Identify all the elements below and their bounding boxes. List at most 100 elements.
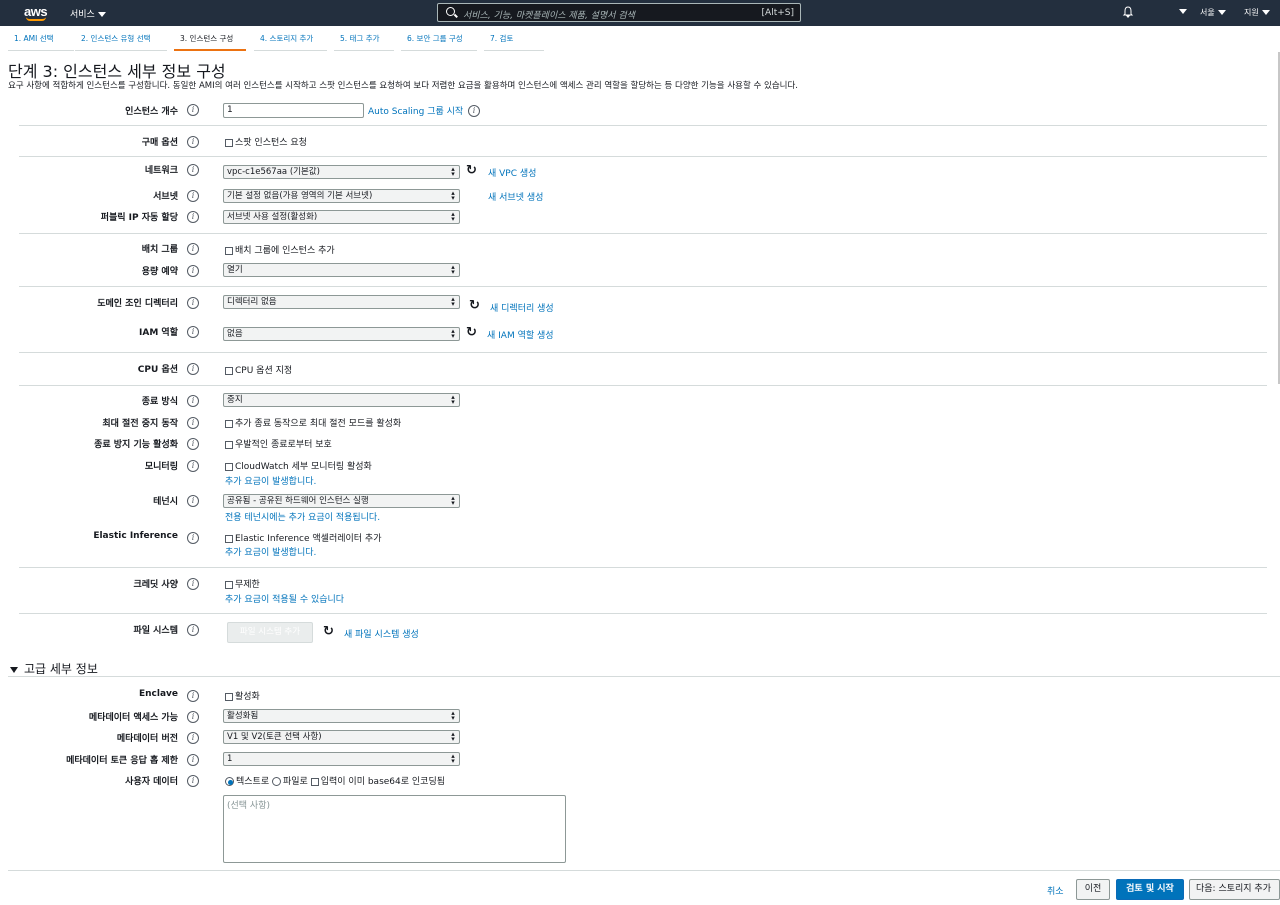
hop-limit-select[interactable]: 1 ▴ ▾ (223, 752, 460, 766)
info-icon[interactable]: i (187, 624, 199, 636)
iam-role-select[interactable]: 없음 ▴ ▾ (223, 327, 460, 341)
info-icon[interactable]: i (187, 136, 199, 148)
info-icon[interactable]: i (187, 104, 199, 116)
previous-button[interactable]: 이전 (1076, 879, 1110, 900)
cpu-options-checkbox[interactable]: CPU 옵션 지정 (225, 363, 292, 376)
iam-role-label: IAM 역할 (139, 328, 178, 338)
step-configure-instance[interactable]: 3. 인스턴스 구성 (174, 33, 246, 51)
search-icon (446, 7, 455, 16)
advanced-details-toggle[interactable]: 고급 세부 정보 (10, 660, 98, 677)
shutdown-behavior-select[interactable]: 중지 ▴ ▾ (223, 393, 460, 407)
info-icon[interactable]: i (187, 438, 199, 450)
info-icon[interactable]: i (187, 711, 199, 723)
search-placeholder: 서비스, 기능, 마켓플레이스 제품, 설명서 검색 (463, 11, 635, 21)
info-icon[interactable]: i (468, 105, 480, 117)
account-menu[interactable] (1176, 7, 1187, 16)
tenancy-select[interactable]: 공유됨 - 공유된 하드웨어 인스턴스 실행 ▴ ▾ (223, 494, 460, 508)
step-ami[interactable]: 1. AMI 선택 (8, 33, 74, 51)
info-icon[interactable]: i (187, 460, 199, 472)
elastic-inference-option: Elastic Inference 액셀러레이터 추가 (235, 534, 382, 544)
bell-icon[interactable] (1122, 6, 1134, 18)
placement-group-checkbox[interactable]: 배치 그룹에 인스턴스 추가 (225, 243, 335, 256)
base64-checkbox[interactable]: 입력이 이미 base64로 인코딩됨 (310, 777, 445, 787)
info-icon[interactable]: i (187, 495, 199, 507)
monitoring-charge-note[interactable]: 추가 요금이 발생합니다. (225, 474, 316, 487)
spot-instance-checkbox[interactable]: 스팟 인스턴스 요청 (225, 135, 307, 148)
step-review[interactable]: 7. 검토 (484, 33, 544, 51)
info-icon[interactable]: i (187, 265, 199, 277)
divider (19, 567, 1267, 568)
info-icon[interactable]: i (187, 732, 199, 744)
public-ip-select[interactable]: 서브넷 사용 설정(활성화) ▴ ▾ (223, 210, 460, 224)
add-file-system-button[interactable]: 파일 시스템 추가 (227, 622, 313, 643)
network-label: 네트워크 (144, 166, 178, 176)
info-icon[interactable]: i (187, 211, 199, 223)
metadata-access-label: 메타데이터 액세스 가능 (88, 713, 178, 723)
user-data-textarea[interactable]: (선택 사항) (223, 795, 566, 863)
wizard-steps: 1. AMI 선택 2. 인스턴스 유형 선택 3. 인스턴스 구성 4. 스토… (0, 28, 1280, 52)
region-menu[interactable]: 서울 (1200, 7, 1226, 18)
capacity-reservation-select[interactable]: 열기 ▴ ▾ (223, 263, 460, 277)
create-subnet-link[interactable]: 새 서브넷 생성 (488, 190, 543, 203)
termination-protection-checkbox[interactable]: 우발적인 종료로부터 보호 (225, 437, 332, 450)
info-icon[interactable]: i (187, 190, 199, 202)
metadata-access-select[interactable]: 활성화됨 ▴ ▾ (223, 709, 460, 723)
hibernate-checkbox[interactable]: 추가 종료 동작으로 최대 절전 모드를 활성화 (225, 416, 401, 429)
info-icon[interactable]: i (187, 395, 199, 407)
info-icon[interactable]: i (187, 326, 199, 338)
refresh-icon[interactable]: ↻ (323, 625, 337, 639)
elastic-inference-label: Elastic Inference (93, 531, 178, 541)
subnet-select[interactable]: 기본 설정 없음(가용 영역의 기본 서브넷) ▴ ▾ (223, 189, 460, 203)
step-tags[interactable]: 5. 태그 추가 (334, 33, 394, 51)
divider (8, 676, 1280, 677)
metadata-version-select[interactable]: V1 및 V2(토큰 선택 사항) ▴ ▾ (223, 730, 460, 744)
tenancy-charge-note[interactable]: 전용 테넌시에는 추가 요금이 적용됩니다. (225, 510, 380, 523)
search-input[interactable]: 서비스, 기능, 마켓플레이스 제품, 설명서 검색 [Alt+S] (437, 3, 801, 22)
cancel-link[interactable]: 취소 (1047, 884, 1064, 897)
info-icon[interactable]: i (187, 164, 199, 176)
create-vpc-link[interactable]: 새 VPC 생성 (488, 166, 536, 179)
refresh-icon[interactable]: ↻ (466, 164, 480, 178)
instance-count-input[interactable]: 1 (223, 103, 364, 118)
refresh-icon[interactable]: ↻ (469, 299, 483, 313)
info-icon[interactable]: i (187, 690, 199, 702)
create-directory-link[interactable]: 새 디렉터리 생성 (490, 301, 554, 314)
info-icon[interactable]: i (187, 532, 199, 544)
iam-role-value: 없음 (227, 329, 243, 339)
domain-directory-select[interactable]: 디렉터리 없음 ▴ ▾ (223, 295, 460, 309)
credit-charge-note[interactable]: 추가 요금이 적용될 수 있습니다 (225, 592, 344, 605)
select-arrows-icon: ▴ ▾ (451, 494, 455, 507)
review-and-launch-button[interactable]: 검토 및 시작 (1116, 879, 1184, 900)
elastic-inference-charge-note[interactable]: 추가 요금이 발생합니다. (225, 545, 316, 558)
page-description: 요구 사항에 적합하게 인스턴스를 구성합니다. 동일한 AMI의 여러 인스턴… (8, 81, 798, 91)
auto-scaling-link[interactable]: Auto Scaling 그룹 시작 (368, 104, 463, 117)
info-icon[interactable]: i (187, 243, 199, 255)
unlimited-checkbox[interactable]: 무제한 (225, 577, 260, 590)
info-icon[interactable]: i (187, 775, 199, 787)
info-icon[interactable]: i (187, 417, 199, 429)
monitoring-checkbox[interactable]: CloudWatch 세부 모니터링 활성화 (225, 459, 372, 472)
info-icon[interactable]: i (187, 297, 199, 309)
next-add-storage-button[interactable]: 다음: 스토리지 추가 (1189, 879, 1280, 900)
step-instance-type[interactable]: 2. 인스턴스 유형 선택 (75, 33, 167, 51)
network-select[interactable]: vpc-c1e567aa (기본값) ▴ ▾ (223, 165, 460, 179)
as-file-radio[interactable]: 파일로 (272, 777, 308, 787)
services-menu[interactable]: 서비스 (70, 7, 106, 20)
refresh-icon[interactable]: ↻ (466, 326, 480, 340)
step-security-group[interactable]: 6. 보안 그룹 구성 (401, 33, 477, 51)
placement-group-label: 배치 그룹 (141, 245, 178, 255)
step-storage[interactable]: 4. 스토리지 추가 (254, 33, 327, 51)
support-menu[interactable]: 지원 (1244, 7, 1270, 18)
info-icon[interactable]: i (187, 754, 199, 766)
monitoring-option: CloudWatch 세부 모니터링 활성화 (235, 462, 372, 472)
create-file-system-link[interactable]: 새 파일 시스템 생성 (344, 627, 419, 640)
public-ip-label: 퍼블릭 IP 자동 할당 (100, 213, 178, 223)
capacity-reservation-value: 열기 (227, 265, 243, 275)
info-icon[interactable]: i (187, 363, 199, 375)
create-iam-role-link[interactable]: 새 IAM 역할 생성 (487, 328, 554, 341)
metadata-access-value: 활성화됨 (227, 711, 259, 721)
as-text-radio[interactable]: 텍스트로 (225, 777, 269, 787)
elastic-inference-checkbox[interactable]: Elastic Inference 액셀러레이터 추가 (225, 531, 382, 544)
info-icon[interactable]: i (187, 578, 199, 590)
enclave-checkbox[interactable]: 활성화 (225, 689, 260, 702)
